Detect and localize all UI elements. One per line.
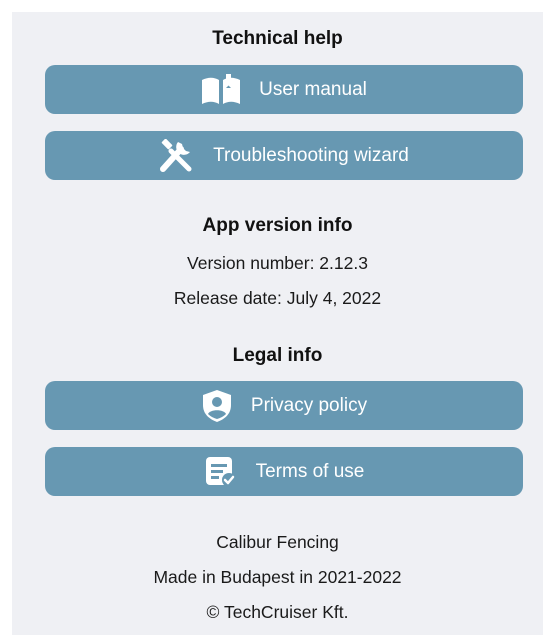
release-date-text: Release date: July 4, 2022 bbox=[173, 288, 382, 308]
user-manual-button[interactable]: User manual bbox=[45, 65, 523, 114]
company-name-text: Calibur Fencing bbox=[216, 532, 339, 552]
troubleshooting-wizard-button[interactable]: Troubleshooting wizard bbox=[45, 131, 523, 180]
terms-of-use-label: Terms of use bbox=[255, 460, 365, 482]
tools-icon bbox=[159, 138, 195, 173]
app-version-heading: App version info bbox=[202, 215, 353, 236]
document-check-icon bbox=[204, 455, 238, 489]
legal-info-heading: Legal info bbox=[232, 345, 323, 366]
book-icon bbox=[201, 73, 241, 106]
privacy-policy-button[interactable]: Privacy policy bbox=[45, 381, 523, 430]
terms-of-use-button[interactable]: Terms of use bbox=[45, 447, 523, 496]
settings-panel: Technical help User manual Troubleshooti… bbox=[12, 12, 543, 635]
troubleshooting-wizard-label: Troubleshooting wizard bbox=[213, 144, 409, 166]
technical-help-heading: Technical help bbox=[212, 28, 343, 49]
version-number-text: Version number: 2.12.3 bbox=[187, 253, 368, 273]
copyright-text: © TechCruiser Kft. bbox=[206, 602, 349, 622]
made-in-text: Made in Budapest in 2021-2022 bbox=[153, 567, 402, 587]
privacy-policy-label: Privacy policy bbox=[250, 394, 368, 416]
user-manual-label: User manual bbox=[259, 78, 367, 100]
shield-user-icon bbox=[201, 389, 233, 423]
